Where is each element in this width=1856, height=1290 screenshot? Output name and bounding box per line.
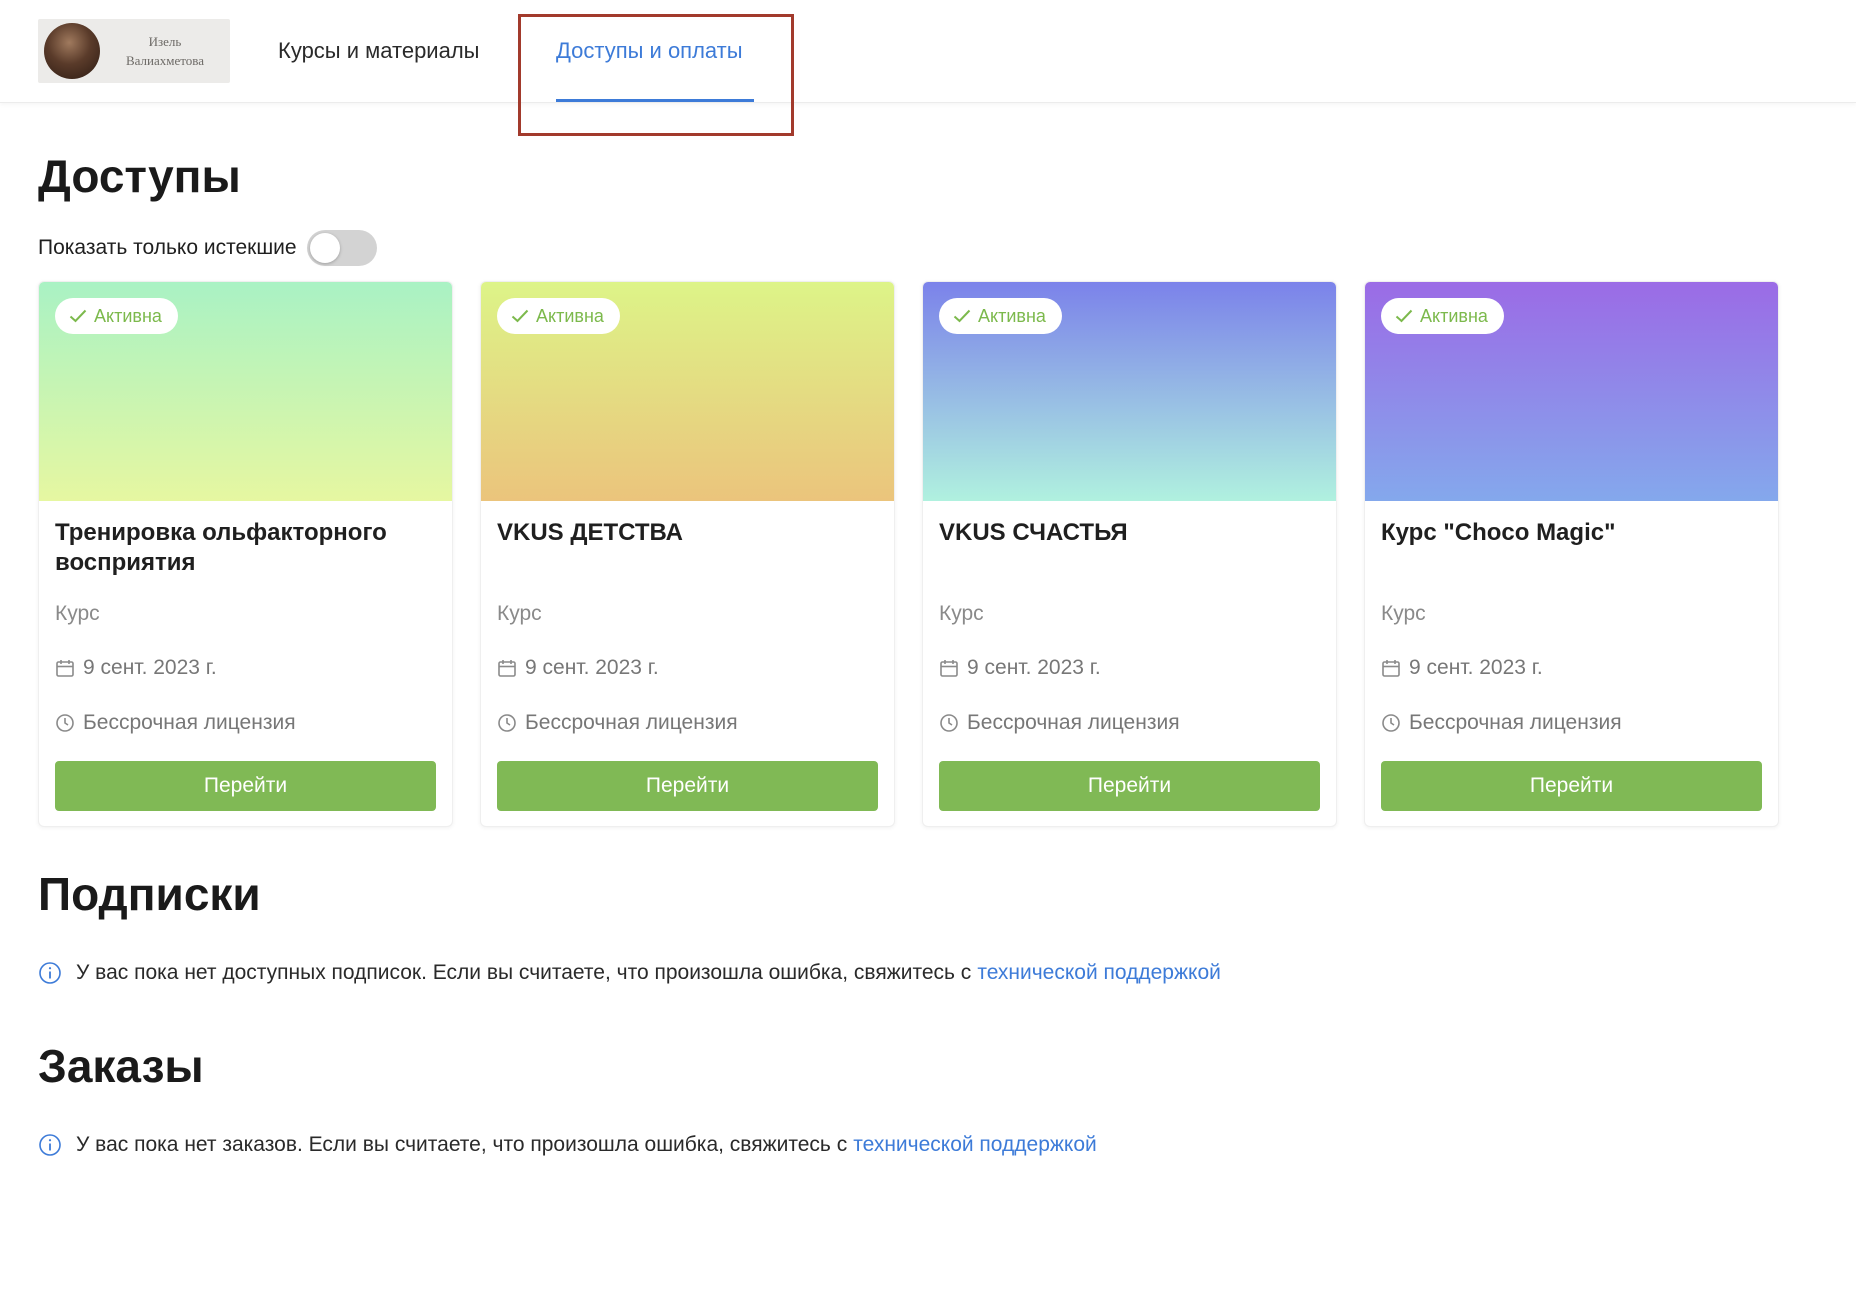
expired-filter-label: Показать только истекшие <box>38 236 297 259</box>
calendar-icon <box>1382 660 1400 677</box>
access-date-text: 9 сент. 2023 г. <box>525 656 659 679</box>
access-date: 9 сент. 2023 г. <box>55 656 217 680</box>
calendar-icon <box>498 660 516 677</box>
course-type: Курс <box>939 602 984 625</box>
license-info: Бессрочная лицензия <box>55 711 296 735</box>
orders-empty-message: У вас пока нет заказов. Если вы считаете… <box>38 1133 1097 1157</box>
calendar-icon <box>940 660 958 677</box>
course-card: Активна Курс "Choco Magic" Курс 9 сент. … <box>1364 281 1779 827</box>
license-text: Бессрочная лицензия <box>967 711 1180 734</box>
clock-icon <box>56 714 74 732</box>
access-date: 9 сент. 2023 г. <box>497 656 659 680</box>
go-to-course-button[interactable]: Перейти <box>939 761 1320 811</box>
expired-filter-row: Показать только истекшие <box>38 230 377 266</box>
check-icon <box>1395 309 1413 323</box>
school-logo[interactable]: Изель Валиахметова <box>38 19 230 83</box>
check-icon <box>511 309 529 323</box>
status-badge-label: Активна <box>978 305 1046 326</box>
toggle-knob <box>309 233 340 263</box>
course-cover-image[interactable]: Активна <box>481 282 894 501</box>
clock-icon <box>1382 714 1400 732</box>
course-card: Активна Тренировка ольфакторного восприя… <box>38 281 453 827</box>
course-title[interactable]: VKUS СЧАСТЬЯ <box>939 518 1319 548</box>
course-type: Курс <box>1381 602 1426 625</box>
course-type: Курс <box>55 602 100 625</box>
course-cover-image[interactable]: Активна <box>1365 282 1778 501</box>
orders-heading: Заказы <box>38 1040 204 1092</box>
license-info: Бессрочная лицензия <box>939 711 1180 735</box>
course-title[interactable]: Тренировка ольфакторного восприятия <box>55 518 435 578</box>
clock-icon <box>940 714 958 732</box>
support-link[interactable]: технической поддержкой <box>853 1133 1097 1157</box>
license-text: Бессрочная лицензия <box>1409 711 1622 734</box>
license-text: Бессрочная лицензия <box>83 711 296 734</box>
course-cover-image[interactable]: Активна <box>39 282 452 501</box>
status-badge-label: Активна <box>1420 305 1488 326</box>
top-nav-bar: Изель Валиахметова Курсы и материалы Дос… <box>0 0 1856 103</box>
calendar-icon <box>56 660 74 677</box>
expired-only-toggle[interactable] <box>306 230 377 266</box>
check-icon <box>953 309 971 323</box>
access-date-text: 9 сент. 2023 г. <box>967 656 1101 679</box>
course-card: Активна VKUS ДЕТСТВА Курс 9 сент. 2023 г… <box>480 281 895 827</box>
status-badge: Активна <box>939 298 1062 334</box>
course-card: Активна VKUS СЧАСТЬЯ Курс 9 сент. 2023 г… <box>922 281 1337 827</box>
access-date-text: 9 сент. 2023 г. <box>83 656 217 679</box>
logo-line-2: Валиахметова <box>125 53 204 68</box>
access-date-text: 9 сент. 2023 г. <box>1409 656 1543 679</box>
go-to-course-button[interactable]: Перейти <box>497 761 878 811</box>
license-info: Бессрочная лицензия <box>1381 711 1622 735</box>
status-badge-label: Активна <box>536 305 604 326</box>
go-to-course-button[interactable]: Перейти <box>1381 761 1762 811</box>
status-badge-label: Активна <box>94 305 162 326</box>
license-info: Бессрочная лицензия <box>497 711 738 735</box>
access-heading: Доступы <box>38 150 241 202</box>
access-date: 9 сент. 2023 г. <box>939 656 1101 680</box>
check-icon <box>69 309 87 323</box>
logo-line-1: Изель <box>148 34 182 49</box>
subscriptions-empty-message: У вас пока нет доступных подписок. Если … <box>38 961 1221 985</box>
status-badge: Активна <box>55 298 178 334</box>
tab-courses-and-materials[interactable]: Курсы и материалы <box>278 36 479 66</box>
course-type: Курс <box>497 602 542 625</box>
subscriptions-heading: Подписки <box>38 868 261 920</box>
logo-avatar <box>44 23 100 79</box>
course-title[interactable]: VKUS ДЕТСТВА <box>497 518 877 548</box>
clock-icon <box>498 714 516 732</box>
highlight-annotation-box <box>518 14 794 136</box>
logo-text: Изель Валиахметова <box>100 32 230 70</box>
course-cover-image[interactable]: Активна <box>923 282 1336 501</box>
course-title[interactable]: Курс "Choco Magic" <box>1381 518 1761 548</box>
status-badge: Активна <box>1381 298 1504 334</box>
go-to-course-button[interactable]: Перейти <box>55 761 436 811</box>
status-badge: Активна <box>497 298 620 334</box>
info-icon <box>39 962 61 984</box>
info-icon <box>39 1134 61 1156</box>
license-text: Бессрочная лицензия <box>525 711 738 734</box>
orders-empty-text: У вас пока нет заказов. Если вы считаете… <box>76 1133 848 1156</box>
subscriptions-empty-text: У вас пока нет доступных подписок. Если … <box>76 961 972 984</box>
support-link[interactable]: технической поддержкой <box>977 961 1221 985</box>
access-date: 9 сент. 2023 г. <box>1381 656 1543 680</box>
